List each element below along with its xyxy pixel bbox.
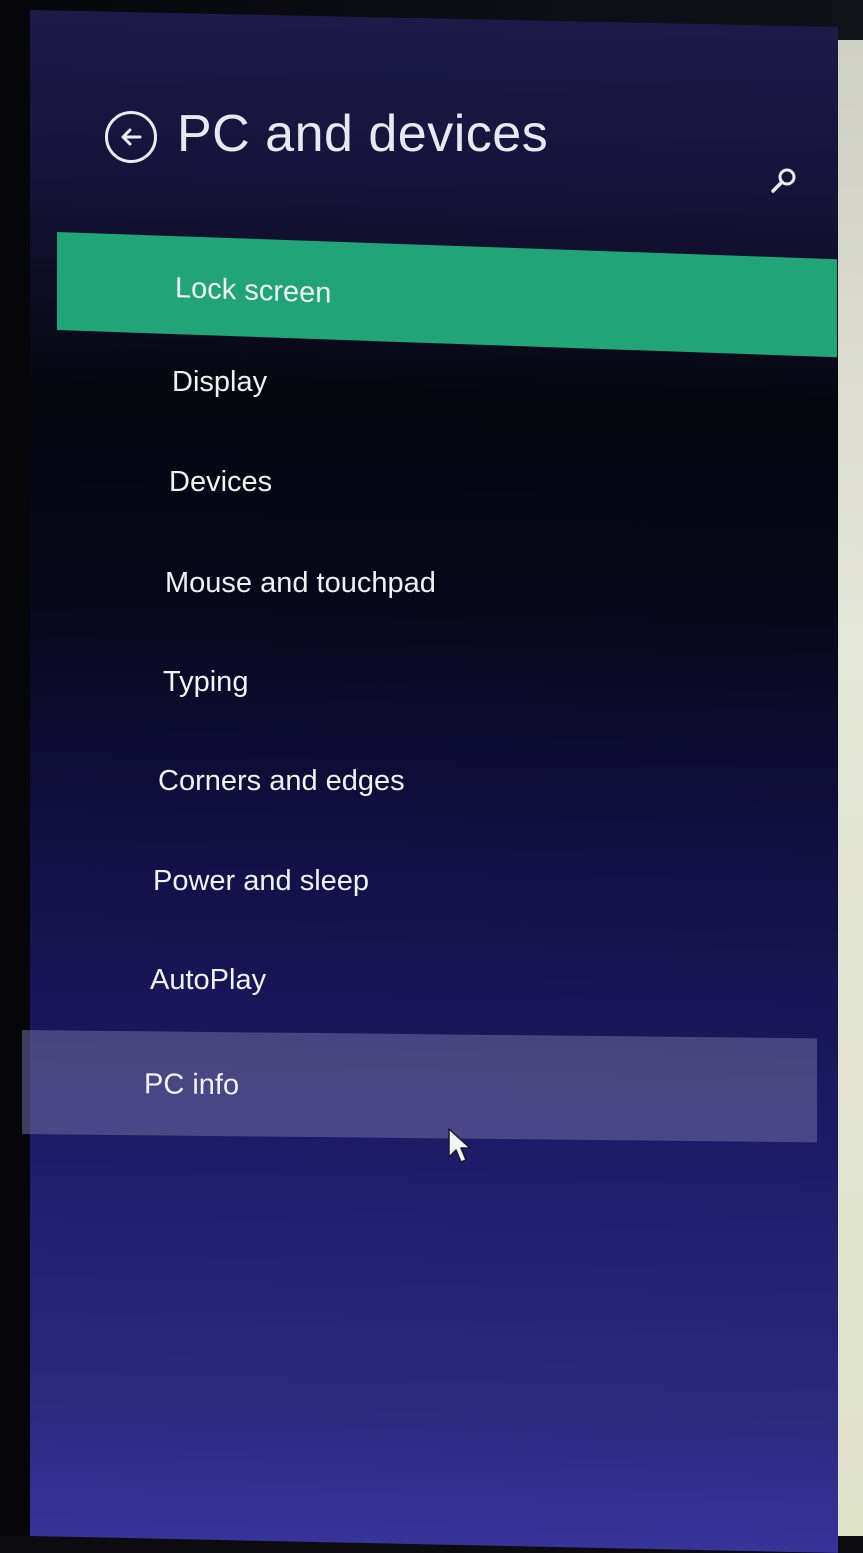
menu-item-label: Corners and edges xyxy=(158,765,405,797)
menu-item-devices[interactable]: Devices xyxy=(169,466,272,499)
menu-item-power-and-sleep[interactable]: Power and sleep xyxy=(153,865,369,898)
menu-item-label: Lock screen xyxy=(175,272,332,310)
menu-item-label: Power and sleep xyxy=(153,865,370,897)
settings-menu: Lock screen Display Devices Mouse and to… xyxy=(0,0,863,1536)
menu-item-lock-screen[interactable]: Lock screen xyxy=(57,232,837,358)
menu-item-label: Devices xyxy=(169,466,273,498)
menu-item-label: Typing xyxy=(163,666,249,698)
menu-item-mouse-and-touchpad[interactable]: Mouse and touchpad xyxy=(165,567,436,600)
menu-item-pc-info[interactable]: PC info xyxy=(22,1030,817,1143)
menu-item-corners-and-edges[interactable]: Corners and edges xyxy=(158,765,405,798)
menu-item-label: Display xyxy=(172,366,268,398)
menu-item-label: AutoPlay xyxy=(150,964,267,996)
menu-item-label: Mouse and touchpad xyxy=(165,567,436,599)
menu-item-typing[interactable]: Typing xyxy=(163,666,248,699)
mouse-pointer-icon xyxy=(447,1127,473,1165)
menu-item-label: PC info xyxy=(144,1068,240,1102)
menu-item-display[interactable]: Display xyxy=(172,366,267,399)
menu-item-autoplay[interactable]: AutoPlay xyxy=(150,964,266,997)
